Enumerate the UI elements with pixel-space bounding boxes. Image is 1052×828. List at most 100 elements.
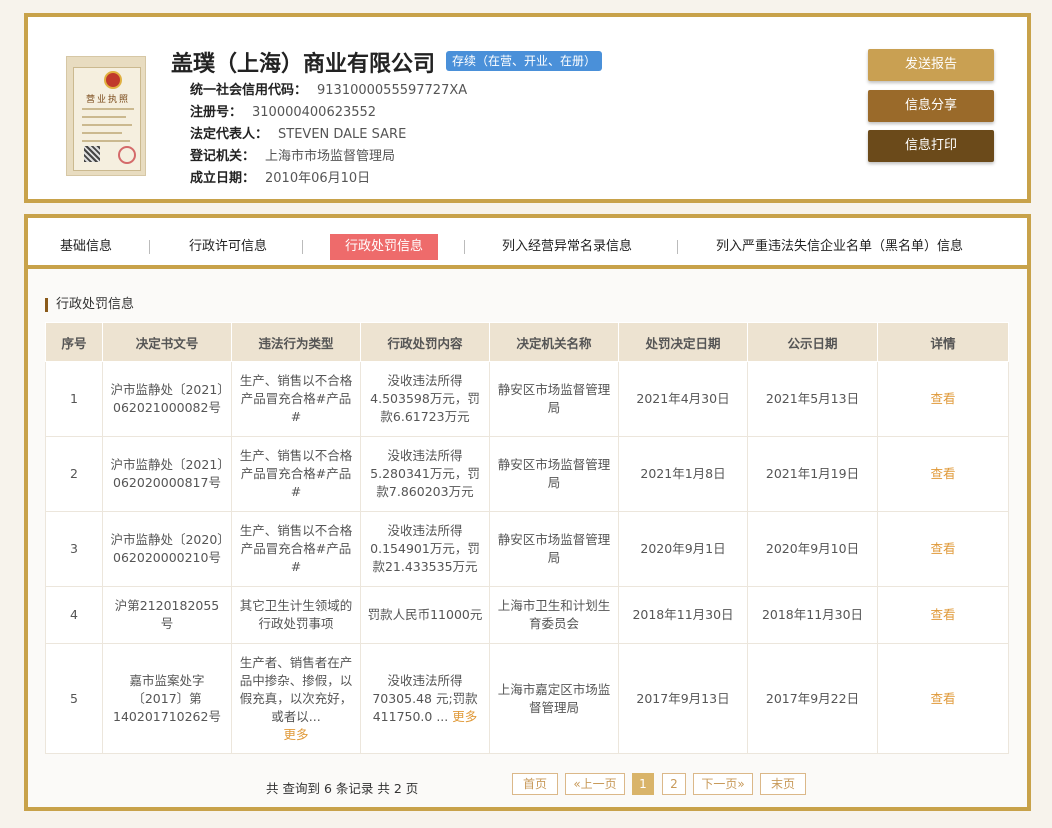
cell-publish-date: 2018年11月30日 [747,586,878,644]
view-detail-link[interactable]: 查看 [930,541,955,556]
page-1-button[interactable]: 1 [632,773,654,795]
company-header-panel: 营业执照 盖璞（上海）商业有限公司 存续（在营、开业、在册） 统一社会信用代码：… [24,13,1031,203]
cell-org: 静安区市场监督管理局 [489,436,619,512]
reg-number-label: 注册号： [190,105,243,120]
cell-content: 没收违法所得4.503598万元，罚款6.61723万元 [360,361,490,437]
details-panel: 基础信息 行政许可信息 行政处罚信息 列入经营异常名录信息 列入严重违法失信企业… [24,214,1031,811]
cell-doc: 沪第2120182055号 [102,586,232,644]
share-info-button[interactable]: 信息分享 [868,90,994,122]
tab-blacklist[interactable]: 列入严重违法失信企业名单（黑名单）信息 [716,235,963,254]
table-header-row: 序号 决定书文号 违法行为类型 行政处罚内容 决定机关名称 处罚决定日期 公示日… [45,322,1009,362]
legal-rep-value: STEVEN DALE SARE [278,127,407,142]
cell-content: 没收违法所得5.280341万元，罚款7.860203万元 [360,436,490,512]
company-name: 盖璞（上海）商业有限公司 [171,52,436,77]
table-row: 1 沪市监静处〔2021〕062021000082号 生产、销售以不合格产品冒充… [45,361,1009,437]
next-page-button[interactable]: 下一页» [693,773,753,795]
cell-no: 5 [45,643,103,754]
more-link[interactable]: 更多 [452,709,477,724]
cell-type-text: 生产者、销售者在产品中掺杂、掺假，以假充真，以次充好，或者以... [239,654,353,724]
table-row: 5 嘉市监案处字〔2017〕第140201710262号 生产者、销售者在产品中… [45,643,1009,754]
national-emblem-icon [104,71,122,89]
col-header-publish-date: 公示日期 [747,322,878,362]
status-badge: 存续（在营、开业、在册） [446,51,603,71]
col-header-type: 违法行为类型 [231,322,361,362]
tab-divider [302,240,303,254]
cell-type: 生产者、销售者在产品中掺杂、掺假，以假充真，以次充好，或者以... 更多 [231,643,361,754]
cell-org: 静安区市场监督管理局 [489,511,619,587]
cell-org: 上海市嘉定区市场监督管理局 [489,643,619,754]
credit-code-label: 统一社会信用代码： [190,83,308,98]
table-row: 4 沪第2120182055号 其它卫生计生领域的行政处罚事项 罚款人民币110… [45,586,1009,644]
seal-icon [118,146,136,164]
cell-doc: 沪市监静处〔2021〕062020000817号 [102,436,232,512]
tab-bar: 基础信息 行政许可信息 行政处罚信息 列入经营异常名录信息 列入严重违法失信企业… [28,218,1027,269]
section-title: 行政处罚信息 [45,298,134,312]
cell-publish-date: 2020年9月10日 [747,511,878,587]
reg-number-row: 注册号： 310000400623552 [190,101,376,120]
send-report-button[interactable]: 发送报告 [868,49,994,81]
cell-type: 其它卫生计生领域的行政处罚事项 [231,586,361,644]
tab-abnormal-operation[interactable]: 列入经营异常名录信息 [502,235,632,254]
cell-type: 生产、销售以不合格产品冒充合格#产品# [231,511,361,587]
cell-type: 生产、销售以不合格产品冒充合格#产品# [231,436,361,512]
cell-decision-date: 2021年4月30日 [618,361,748,437]
cell-no: 3 [45,511,103,587]
view-detail-link[interactable]: 查看 [930,466,955,481]
view-detail-link[interactable]: 查看 [930,607,955,622]
col-header-no: 序号 [45,322,103,362]
cell-decision-date: 2020年9月1日 [618,511,748,587]
cell-doc: 沪市监静处〔2021〕062021000082号 [102,361,232,437]
penalty-table: 序号 决定书文号 违法行为类型 行政处罚内容 决定机关名称 处罚决定日期 公示日… [45,322,1009,754]
cell-publish-date: 2021年1月19日 [747,436,878,512]
founded-date-label: 成立日期： [190,171,256,186]
credit-code-value: 9131000055597727XA [317,83,468,98]
cell-doc: 嘉市监案处字〔2017〕第140201710262号 [102,643,232,754]
cell-doc: 沪市监静处〔2020〕062020000210号 [102,511,232,587]
cell-no: 1 [45,361,103,437]
more-link[interactable]: 更多 [283,727,308,742]
tab-divider [677,240,678,254]
col-header-decision-date: 处罚决定日期 [618,322,748,362]
col-header-org: 决定机关名称 [489,322,619,362]
cell-content: 罚款人民币11000元 [360,586,490,644]
cell-publish-date: 2017年9月22日 [747,643,878,754]
first-page-button[interactable]: 首页 [512,773,558,795]
col-header-content: 行政处罚内容 [360,322,490,362]
license-title: 营业执照 [85,95,130,105]
cell-no: 4 [45,586,103,644]
tab-admin-license[interactable]: 行政许可信息 [189,235,267,254]
reg-authority-value: 上海市市场监督管理局 [265,149,396,164]
qr-code-icon [84,146,100,162]
cell-org: 上海市卫生和计划生育委员会 [489,586,619,644]
cell-content: 没收违法所得0.154901万元，罚款21.433535万元 [360,511,490,587]
view-detail-link[interactable]: 查看 [930,391,955,406]
page-2-button[interactable]: 2 [662,773,686,795]
cell-decision-date: 2021年1月8日 [618,436,748,512]
cell-publish-date: 2021年5月13日 [747,361,878,437]
cell-type: 生产、销售以不合格产品冒充合格#产品# [231,361,361,437]
credit-code-row: 统一社会信用代码： 9131000055597727XA [190,79,467,98]
reg-number-value: 310000400623552 [252,105,377,120]
print-info-button[interactable]: 信息打印 [868,130,994,162]
legal-rep-row: 法定代表人： STEVEN DALE SARE [190,123,406,142]
business-license-image[interactable]: 营业执照 [66,56,146,176]
legal-rep-label: 法定代表人： [190,127,269,142]
table-row: 3 沪市监静处〔2020〕062020000210号 生产、销售以不合格产品冒充… [45,511,1009,587]
col-header-doc: 决定书文号 [102,322,232,362]
table-row: 2 沪市监静处〔2021〕062020000817号 生产、销售以不合格产品冒充… [45,436,1009,512]
founded-date-row: 成立日期： 2010年06月10日 [190,167,370,186]
last-page-button[interactable]: 末页 [760,773,806,795]
cell-org: 静安区市场监督管理局 [489,361,619,437]
founded-date-value: 2010年06月10日 [265,171,371,186]
col-header-detail: 详情 [877,322,1009,362]
pagination-info: 共 查询到 6 条记录 共 2 页 [266,781,419,796]
cell-no: 2 [45,436,103,512]
tab-divider [149,240,150,254]
prev-page-button[interactable]: «上一页 [565,773,625,795]
view-detail-link[interactable]: 查看 [930,691,955,706]
tab-admin-penalty[interactable]: 行政处罚信息 [330,234,439,260]
cell-decision-date: 2017年9月13日 [618,643,748,754]
tab-divider [464,240,465,254]
reg-authority-label: 登记机关： [190,149,256,164]
tab-basic-info[interactable]: 基础信息 [60,235,112,254]
